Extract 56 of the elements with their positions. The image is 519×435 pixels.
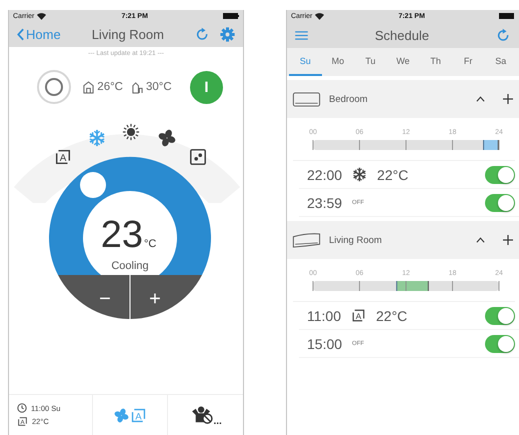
entry-time: 22:00: [307, 166, 342, 182]
standby-button[interactable]: [37, 70, 71, 104]
mode-icon[interactable]: [158, 129, 176, 147]
settings-icon[interactable]: [220, 27, 235, 42]
power-button[interactable]: I: [190, 70, 223, 104]
back-button[interactable]: Home: [17, 27, 61, 42]
wifi-icon: [37, 12, 46, 20]
day-tab[interactable]: Fr: [452, 48, 484, 76]
mode-icon[interactable]: [122, 123, 140, 141]
room-name: Living Room: [329, 234, 383, 246]
screen-title: Living Room: [90, 27, 165, 42]
clock-icon: [17, 403, 27, 413]
day-tab[interactable]: Tu: [354, 48, 387, 76]
toggle-switch[interactable]: [485, 334, 515, 352]
room-name: Bedroom: [329, 94, 369, 104]
wifi-icon: [315, 12, 324, 20]
add-icon[interactable]: [503, 235, 513, 245]
mode-label: Cooling: [111, 260, 149, 272]
increase-button[interactable]: +: [130, 275, 202, 319]
refresh-icon[interactable]: [496, 28, 511, 42]
dial-handle[interactable]: [80, 172, 106, 198]
toggle-switch[interactable]: [485, 194, 515, 212]
entry-time: 11:00: [307, 308, 341, 324]
day-tab[interactable]: Su: [289, 48, 322, 76]
indoor-temperature: 26°C: [97, 81, 123, 93]
mode-icon[interactable]: [189, 148, 207, 166]
add-icon[interactable]: [503, 94, 513, 104]
entry-temperature: 22°C: [376, 308, 408, 324]
day-tab[interactable]: We: [386, 48, 420, 76]
chevron-icon[interactable]: [476, 237, 485, 243]
outdoor-temperature: 30°C: [146, 81, 172, 93]
air-conditioner-icon: [292, 92, 321, 106]
chevron-icon[interactable]: [476, 96, 485, 102]
entry-time: 23:59: [307, 194, 342, 210]
mode-icon: [352, 167, 368, 182]
fan-icon: [114, 408, 128, 422]
toggle-switch[interactable]: [485, 306, 515, 324]
setpoint-temperature: 23: [100, 214, 143, 256]
temperature-unit: °C: [144, 238, 156, 250]
decrease-button[interactable]: −: [58, 275, 130, 319]
day-tab[interactable]: Sa: [484, 48, 518, 76]
person-blocked-icon: [190, 406, 214, 424]
day-tab[interactable]: Th: [419, 48, 452, 76]
air-conditioner-icon: [292, 232, 321, 248]
indoor-house-icon: [83, 80, 94, 94]
chevron-left-icon: [17, 28, 24, 41]
screen-title: Schedule: [374, 28, 430, 42]
entry-time: 15:00: [307, 336, 342, 352]
battery-icon: [499, 13, 515, 19]
entry-temperature: 22°C: [377, 166, 410, 182]
toggle-switch[interactable]: [485, 166, 515, 184]
outdoor-house-icon: [132, 80, 143, 94]
day-tab[interactable]: Mo: [322, 48, 354, 76]
refresh-icon[interactable]: [195, 27, 210, 42]
battery-icon: [223, 13, 239, 19]
menu-icon[interactable]: [295, 30, 308, 40]
